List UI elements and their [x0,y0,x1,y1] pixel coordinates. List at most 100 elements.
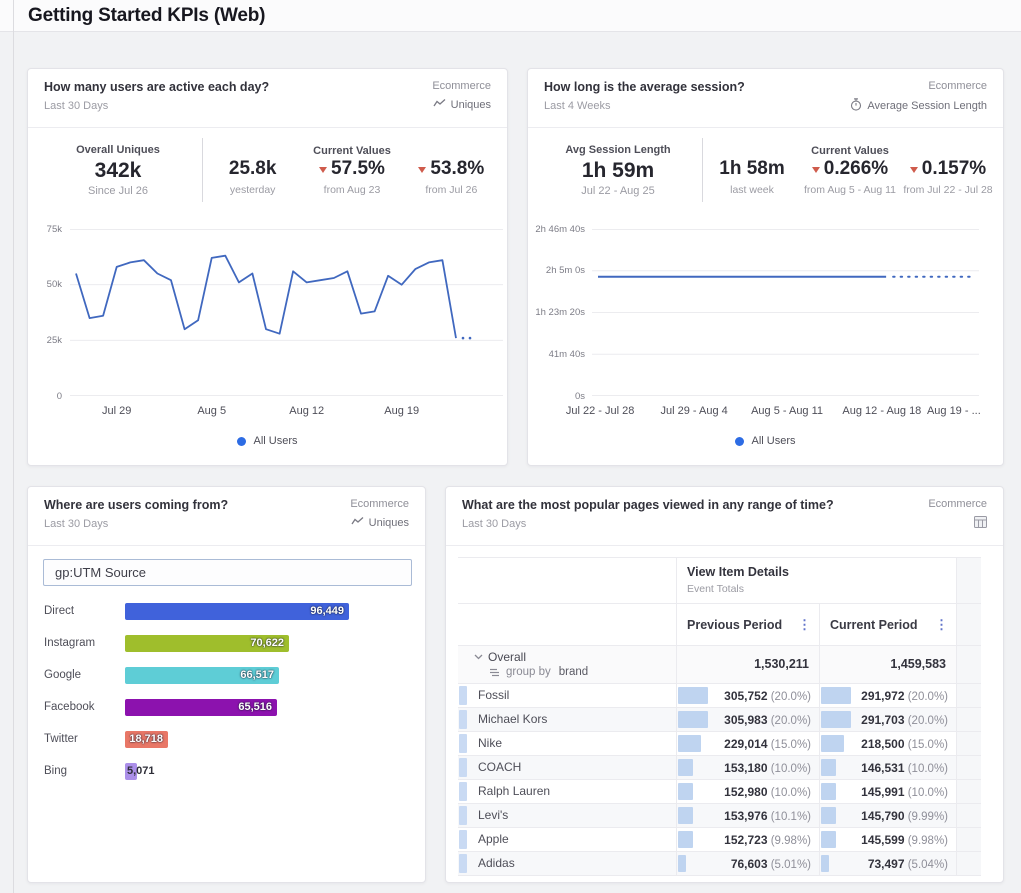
chart-legend[interactable]: All Users [528,435,1003,447]
metric-pct: (15.0%) [768,739,811,751]
metric-value: 229,014 [724,737,767,751]
uniques-sparkline-icon [433,98,446,111]
source-label: Ecommerce [850,80,987,92]
y-axis-label: 75k [28,224,62,235]
uniques-sparkline-icon [351,516,364,529]
current-value-cell: 145,991 (10.0%) [819,780,956,803]
overall-stat-caption: Since Jul 26 [34,185,202,197]
page-header: Getting Started KPIs (Web) [0,0,1021,32]
expand-chevron-icon[interactable] [474,654,483,660]
y-axis: 2h 46m 40s2h 5m 0s1h 23m 20s41m 40s0s [528,229,585,396]
scroll-gutter [956,604,981,645]
metric-pct: (10.0%) [905,763,948,775]
overall-row[interactable]: Overallgroup bybrand1,530,2111,459,583 [458,646,981,684]
x-axis: Jul 29Aug 5Aug 12Aug 19 [70,405,503,421]
column-menu-kebab-icon[interactable]: ⋮ [935,617,948,633]
data-bar [678,783,693,800]
overall-stat-caption: Jul 22 - Aug 25 [534,185,702,197]
bar-row: Twitter18,718 [44,730,415,750]
metric-value: 291,703 [861,713,904,727]
group-by-icon [490,668,501,677]
panel-active-users-card: How many users are active each day? Last… [27,68,508,466]
current-value-cell: 291,703 (20.0%) [819,708,956,731]
data-bar [678,735,701,752]
metric-value: 153,180 [724,761,767,775]
data-bar [678,711,708,728]
scroll-gutter [956,558,981,603]
bar-track: 66,517 [125,667,415,685]
table-row[interactable]: COACH153,180 (10.0%)146,531 (10.0%) [458,756,981,780]
group-header-cell: View Item DetailsEvent Totals [676,558,956,603]
current-values-label: Current Values [703,145,997,157]
stat-caption: last week [703,184,801,196]
data-bar [821,831,836,848]
overall-label: Overall [488,650,526,664]
source-label: Ecommerce [350,498,409,510]
data-bar [678,687,708,704]
bar-value: 66,517 [240,669,274,681]
overall-stat-value: 342k [34,159,202,183]
row-marker [459,854,467,873]
metric-value: 152,723 [724,833,767,847]
brand-name-cell: Michael Kors [468,708,676,731]
bar-category-label: Google [44,669,122,681]
y-axis: 75k50k25k0 [28,229,62,396]
table-row[interactable]: Fossil305,752 (20.0%)291,972 (20.0%) [458,684,981,708]
chart-svg [70,229,503,396]
stat-caption: from Aug 23 [302,184,401,196]
previous-value-cell: 76,603 (5.01%) [676,852,819,875]
metric-label: Uniques [369,517,409,529]
previous-value-cell: 305,752 (20.0%) [676,684,819,707]
stat-caption: from Jul 26 [402,184,501,196]
bar-track: 5,071 [125,763,415,781]
current-value-cell: 145,599 (9.98%) [819,828,956,851]
bar-category-label: Bing [44,765,122,777]
metric-value: 73,497 [868,857,905,871]
table-row[interactable]: Adidas76,603 (5.01%)73,497 (5.04%) [458,852,981,876]
previous-value-cell: 229,014 (15.0%) [676,732,819,755]
chart-legend[interactable]: All Users [28,435,507,447]
session-length-line-chart [592,229,979,396]
active-users-line-chart [70,229,503,396]
source-label: Ecommerce [928,498,987,510]
panel-title: What are the most popular pages viewed i… [462,498,834,512]
current-stat: 25.8k yesterday [203,158,302,196]
row-indent [458,646,468,683]
metric-pct: (10.0%) [905,787,948,799]
metric-pct: (10.1%) [768,811,811,823]
metric-value: 218,500 [861,737,904,751]
table-row[interactable]: Michael Kors305,983 (20.0%)291,703 (20.0… [458,708,981,732]
metric-value: 76,603 [731,857,768,871]
table-row[interactable]: Levi's153,976 (10.1%)145,790 (9.99%) [458,804,981,828]
left-rail-divider [13,0,14,893]
group-by-line: group bybrand [474,666,676,678]
bar-row: Bing 5,071 [44,762,415,782]
stat-caption: yesterday [203,184,302,196]
y-axis-label: 0s [528,391,585,402]
metric-pct: (20.0%) [905,691,948,703]
panel-date-range: Last 30 Days [44,100,269,112]
group-header-subtitle: Event Totals [687,583,946,595]
legend-label: All Users [751,435,795,447]
source-label: Ecommerce [432,80,491,92]
scroll-gutter [956,804,981,827]
metric-value: 153,976 [724,809,767,823]
table-row[interactable]: Nike229,014 (15.0%)218,500 (15.0%) [458,732,981,756]
y-axis-label: 0 [28,391,62,402]
table-row[interactable]: Apple152,723 (9.98%)145,599 (9.98%) [458,828,981,852]
data-bar [821,735,844,752]
data-bar [821,807,836,824]
scroll-gutter [956,684,981,707]
row-marker [459,710,467,729]
row-marker [459,782,467,801]
previous-value-cell: 152,723 (9.98%) [676,828,819,851]
x-axis-label: Jul 22 - Jul 28 [566,405,634,417]
x-axis: Jul 22 - Jul 28Jul 29 - Aug 4Aug 5 - Aug… [592,405,979,421]
bar-category-label: Facebook [44,701,122,713]
bar-value: 5,071 [127,765,155,777]
table-row[interactable]: Ralph Lauren152,980 (10.0%)145,991 (10.0… [458,780,981,804]
utm-source-select[interactable]: gp:UTM Source [43,559,412,586]
column-menu-kebab-icon[interactable]: ⋮ [798,617,811,633]
overall-previous-total: 1,530,211 [676,646,819,683]
bar-value: 18,718 [129,733,163,745]
